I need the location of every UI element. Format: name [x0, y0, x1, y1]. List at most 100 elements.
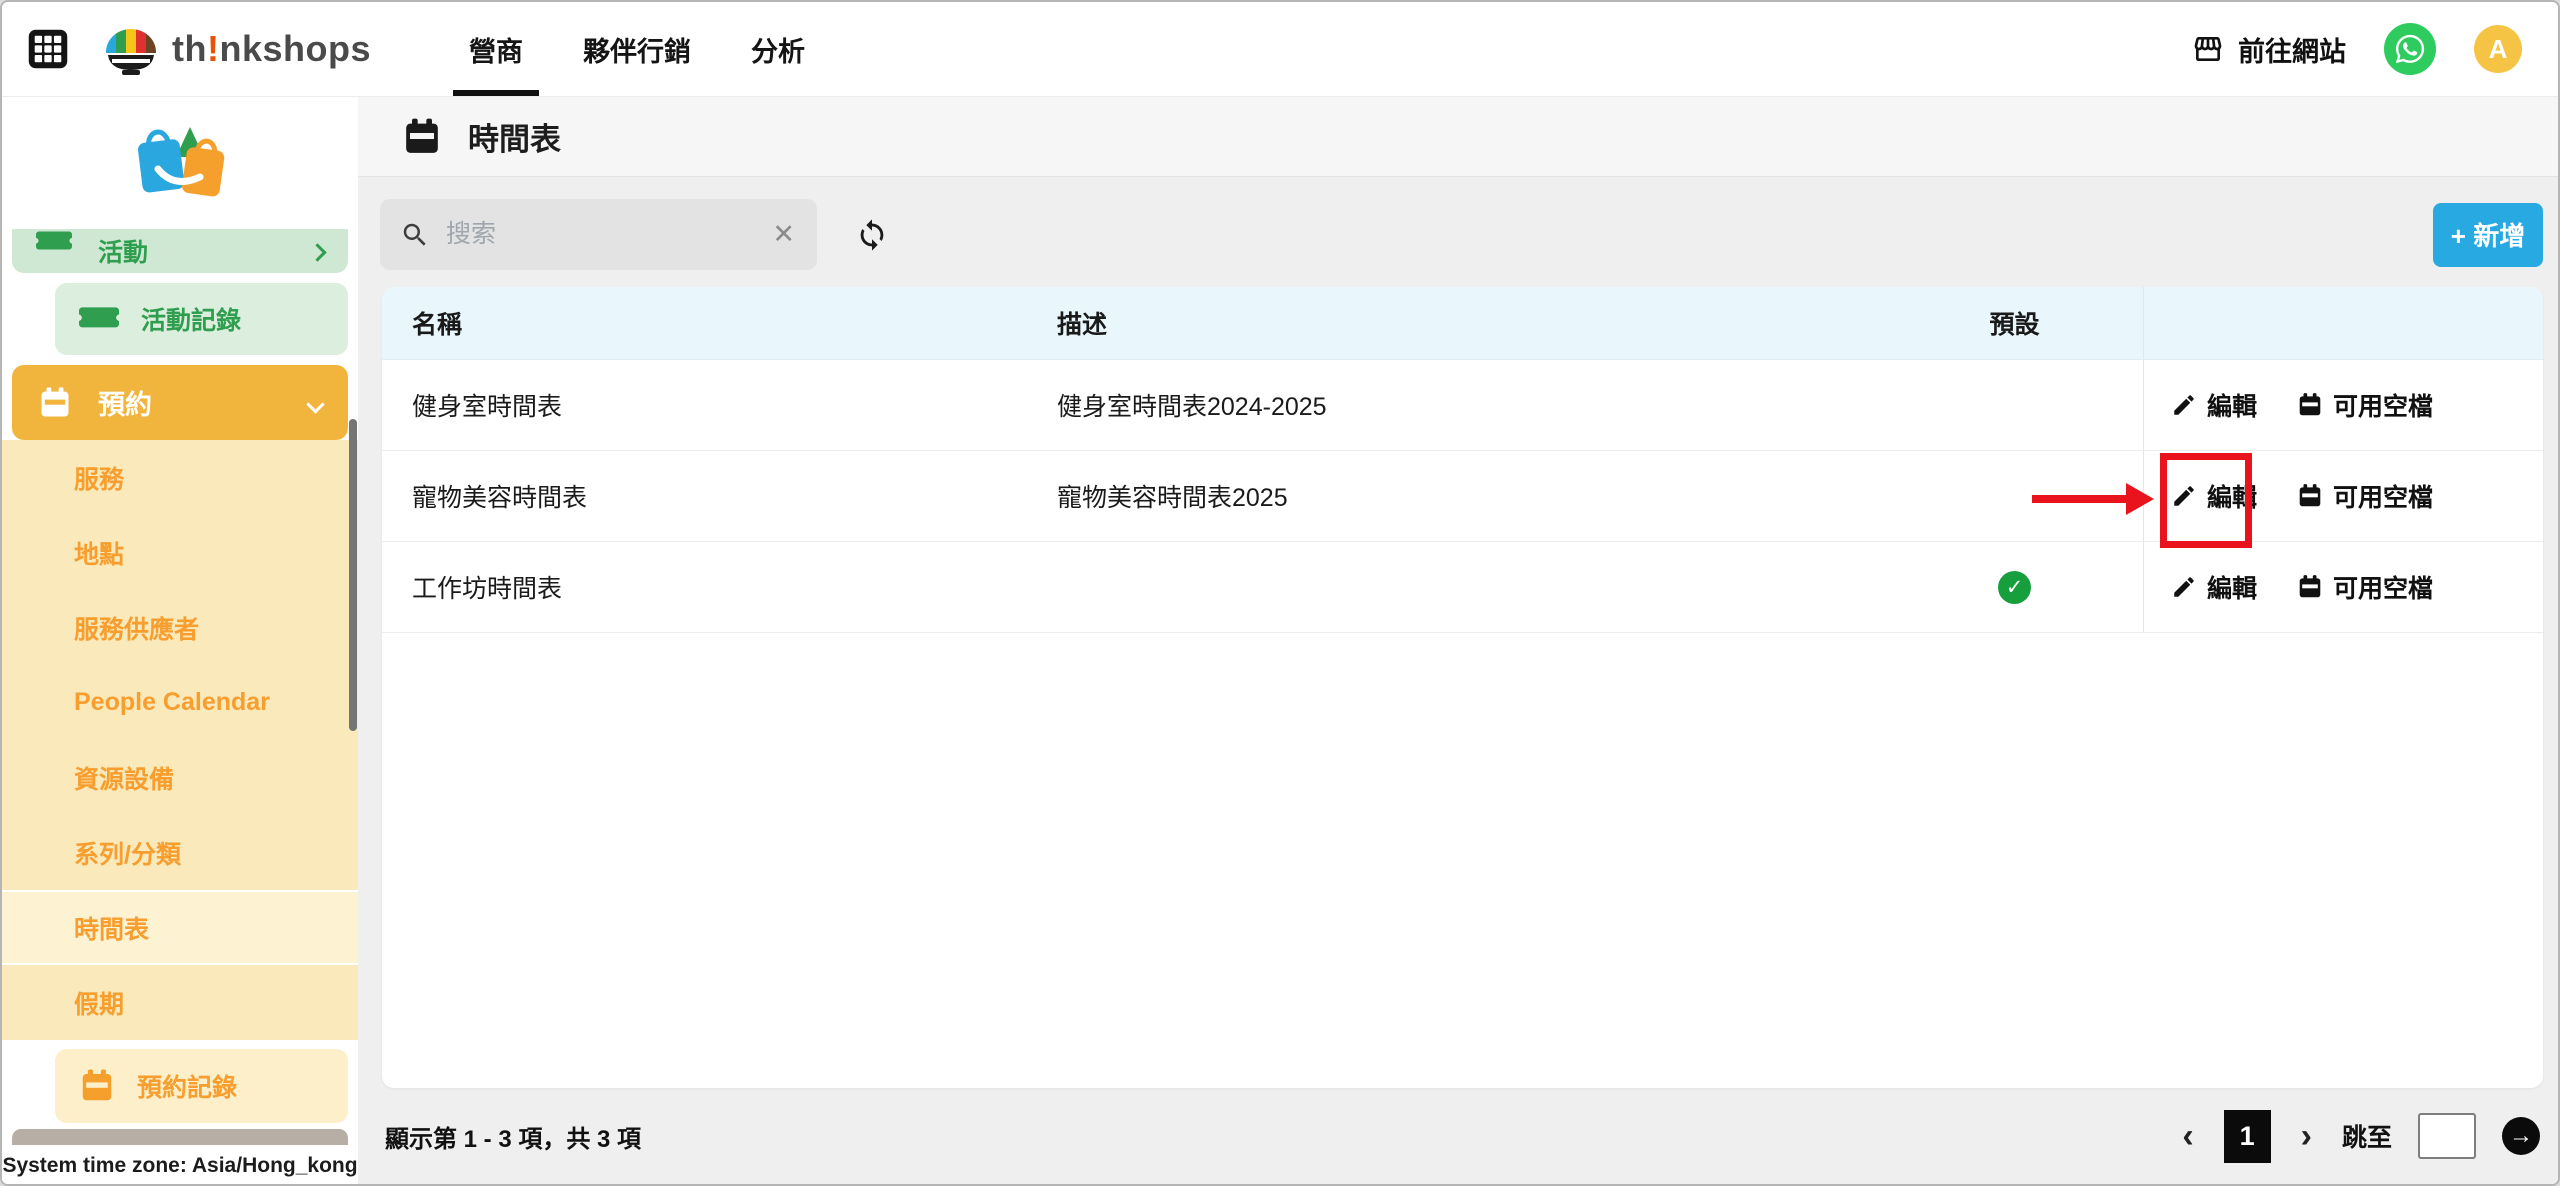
- calendar-icon: [2297, 483, 2323, 509]
- ticket-icon: [36, 231, 72, 253]
- shopping-bags-logo-icon: [128, 117, 232, 209]
- sidebar-item-holidays[interactable]: 假期: [2, 965, 358, 1040]
- sidebar-item-label: 活動: [98, 233, 148, 269]
- sidebar-item-booking[interactable]: 預約: [12, 365, 348, 440]
- clear-search-icon[interactable]: ✕: [770, 219, 797, 250]
- tab-analytics[interactable]: 分析: [735, 2, 821, 96]
- calendar-icon: [38, 386, 72, 420]
- pagination: ‹ 1 › 跳至 →: [2178, 1110, 2540, 1163]
- current-page-button[interactable]: 1: [2224, 1110, 2271, 1163]
- brand-awning-icon: [100, 22, 162, 76]
- column-header-default[interactable]: 預設: [1886, 287, 2143, 359]
- apps-grid-icon[interactable]: [26, 27, 70, 71]
- sidebar-item-label: 預約記錄: [137, 1068, 237, 1104]
- tab-business[interactable]: 營商: [453, 2, 539, 96]
- column-header-actions: [2143, 287, 2543, 359]
- availability-label: 可用空檔: [2333, 478, 2433, 514]
- annotation-arrow-head: [2126, 483, 2154, 515]
- sidebar-item-services[interactable]: 服務: [2, 440, 358, 515]
- timetable-name: 寵物美容時間表: [382, 451, 1057, 541]
- calendar-icon: [79, 1068, 115, 1104]
- sidebar-partial-item: [12, 1129, 348, 1145]
- timetable-description: [1057, 542, 1886, 632]
- timetable-description: 健身室時間表2024-2025: [1057, 360, 1886, 450]
- brand-name: th!nkshops: [172, 28, 371, 70]
- edit-label: 編輯: [2207, 569, 2257, 605]
- timetable-table: 名稱 描述 預設 健身室時間表 健身室時間表2024-2025 編輯: [382, 287, 2543, 1088]
- toolbar: ✕ + 新增: [358, 177, 2558, 287]
- jump-go-button[interactable]: →: [2502, 1117, 2540, 1155]
- sidebar-item-locations[interactable]: 地點: [2, 515, 358, 590]
- refresh-button[interactable]: [855, 218, 889, 252]
- table-header-row: 名稱 描述 預設: [382, 287, 2543, 360]
- column-header-name[interactable]: 名稱: [382, 287, 1057, 359]
- jump-to-label: 跳至: [2342, 1118, 2392, 1154]
- timetable-name: 健身室時間表: [382, 360, 1057, 450]
- sidebar-item-booking-records[interactable]: 預約記錄: [55, 1049, 348, 1123]
- whatsapp-icon: [2393, 32, 2427, 66]
- user-avatar[interactable]: A: [2474, 25, 2522, 73]
- timetable-description: 寵物美容時間表2025: [1057, 451, 1886, 541]
- sidebar-item-resources[interactable]: 資源設備: [2, 740, 358, 815]
- main-content: 時間表 ✕ + 新增 名稱 描述 預設: [358, 97, 2558, 1184]
- sidebar-logo: [2, 97, 358, 229]
- column-header-description[interactable]: 描述: [1057, 287, 1886, 359]
- app-window: th!nkshops 營商 夥伴行銷 分析 前往網站 A: [0, 0, 2560, 1186]
- booking-submenu: 服務 地點 服務供應者 People Calendar 資源設備 系列/分類 時…: [2, 440, 358, 1040]
- sidebar: 活動 活動記錄 預約 服務 地點 服務供應者 People Calendar: [2, 97, 358, 1184]
- pagination-summary: 顯示第 1 - 3 項，共 3 項: [385, 1119, 641, 1154]
- search-icon: [400, 220, 430, 250]
- search-box: ✕: [380, 199, 817, 270]
- availability-button[interactable]: 可用空檔: [2297, 478, 2433, 514]
- annotation-highlight-box: [2160, 453, 2252, 548]
- pencil-icon: [2171, 574, 2197, 600]
- sidebar-item-label: 活動記錄: [141, 301, 241, 337]
- edit-button[interactable]: 編輯: [2171, 569, 2257, 605]
- default-cell: ✓: [1886, 542, 2143, 632]
- timetable-name: 工作坊時間表: [382, 542, 1057, 632]
- sidebar-item-series-categories[interactable]: 系列/分類: [2, 815, 358, 890]
- calendar-icon: [402, 117, 442, 157]
- table-row: 健身室時間表 健身室時間表2024-2025 編輯: [382, 360, 2543, 451]
- sidebar-item-timetables[interactable]: 時間表: [2, 890, 358, 965]
- prev-page-icon[interactable]: ‹: [2178, 1119, 2197, 1153]
- topbar: th!nkshops 營商 夥伴行銷 分析 前往網站 A: [2, 2, 2558, 97]
- sidebar-item-events[interactable]: 活動: [12, 229, 348, 273]
- availability-button[interactable]: 可用空檔: [2297, 569, 2433, 605]
- sidebar-item-label: 預約: [98, 383, 152, 422]
- sidebar-item-service-providers[interactable]: 服務供應者: [2, 590, 358, 665]
- jump-page-input[interactable]: [2418, 1113, 2476, 1159]
- actions-cell: 編輯 可用空檔: [2143, 542, 2543, 632]
- brand-logo[interactable]: th!nkshops: [100, 22, 371, 76]
- visit-site-label: 前往網站: [2238, 30, 2346, 69]
- next-page-icon[interactable]: ›: [2297, 1119, 2316, 1153]
- system-timezone: System time zone: Asia/Hong_kong: [2, 1147, 358, 1184]
- edit-label: 編輯: [2207, 387, 2257, 423]
- whatsapp-button[interactable]: [2384, 23, 2436, 75]
- chevron-right-icon: [311, 237, 324, 266]
- availability-label: 可用空檔: [2333, 569, 2433, 605]
- default-check-icon: ✓: [1998, 571, 2031, 604]
- topbar-right: 前往網站 A: [2192, 23, 2558, 75]
- availability-label: 可用空檔: [2333, 387, 2433, 423]
- sidebar-item-people-calendar[interactable]: People Calendar: [2, 665, 358, 740]
- page-header: 時間表: [358, 97, 2558, 177]
- refresh-icon: [855, 218, 889, 252]
- default-cell: [1886, 360, 2143, 450]
- table-row: 工作坊時間表 ✓ 編輯: [382, 542, 2543, 633]
- grid-icon: [27, 28, 69, 70]
- calendar-icon: [2297, 574, 2323, 600]
- page-title: 時間表: [468, 114, 561, 159]
- tab-partner-marketing[interactable]: 夥伴行銷: [567, 2, 707, 96]
- actions-cell: 編輯 可用空檔: [2143, 360, 2543, 450]
- search-input[interactable]: [446, 220, 770, 249]
- visit-site-button[interactable]: 前往網站: [2192, 30, 2346, 69]
- arrow-right-icon: →: [2509, 1122, 2533, 1150]
- pencil-icon: [2171, 392, 2197, 418]
- sidebar-item-event-records[interactable]: 活動記錄: [55, 283, 348, 355]
- add-button[interactable]: + 新增: [2433, 203, 2543, 267]
- list-footer: 顯示第 1 - 3 項，共 3 項 ‹ 1 › 跳至 →: [358, 1088, 2558, 1184]
- availability-button[interactable]: 可用空檔: [2297, 387, 2433, 423]
- edit-button[interactable]: 編輯: [2171, 387, 2257, 423]
- sidebar-scrollbar[interactable]: [349, 419, 357, 731]
